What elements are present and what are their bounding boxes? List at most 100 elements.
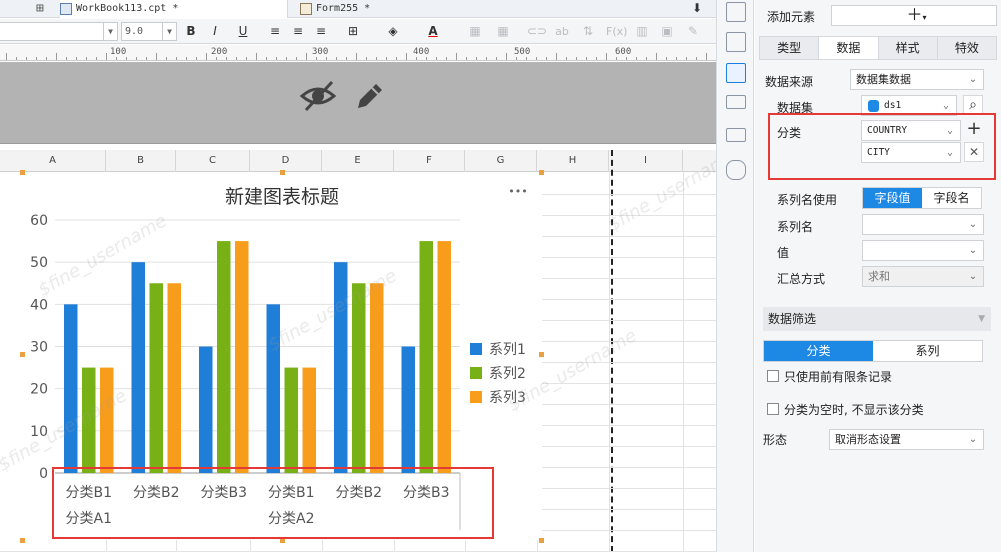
- ruler-mark: [246, 57, 247, 60]
- border-icon[interactable]: ⊞: [344, 23, 362, 40]
- chart-icon[interactable]: ▥: [633, 23, 651, 40]
- fill-color-icon[interactable]: ◈: [384, 23, 402, 40]
- table-icon[interactable]: ▦: [494, 23, 512, 40]
- ruler-mark: [196, 57, 197, 60]
- panel-tab[interactable]: 特效: [938, 37, 996, 59]
- layout-icon[interactable]: [726, 2, 746, 22]
- horizontal-ruler: 100200300400500600700: [0, 45, 716, 61]
- sheet-grid-icon[interactable]: ⊞: [36, 0, 44, 18]
- resize-handle[interactable]: [20, 352, 25, 357]
- bar: [302, 367, 316, 473]
- series-name-select[interactable]: ⌄: [862, 214, 984, 235]
- ruler-mark: [346, 57, 347, 60]
- ruler-mark: [36, 57, 37, 60]
- text-icon[interactable]: ab: [553, 23, 571, 40]
- link-icon[interactable]: ⊂⊃: [527, 23, 547, 40]
- hide-empty-checkbox[interactable]: [767, 403, 779, 415]
- formula-icon[interactable]: F(x): [606, 23, 627, 40]
- ruler-mark: [656, 53, 657, 60]
- tab-form255[interactable]: Form255 *: [300, 0, 440, 18]
- chevron-down-icon: ⌄: [968, 271, 978, 282]
- shape-value: 取消形态设置: [835, 433, 901, 446]
- column-header[interactable]: G: [465, 150, 537, 172]
- ruler-mark: [466, 57, 467, 60]
- merge-icon[interactable]: ▦: [466, 23, 484, 40]
- series-name-option[interactable]: 字段名: [922, 188, 981, 208]
- dataset-value: ds1: [884, 100, 902, 111]
- data-source-select[interactable]: 数据集数据 ⌄: [850, 69, 984, 90]
- ruler-mark: [226, 57, 227, 60]
- brush-icon[interactable]: ✎: [684, 23, 702, 40]
- resize-handle[interactable]: [539, 170, 544, 175]
- ruler-mark: [506, 53, 507, 60]
- series-name-option[interactable]: 字段值: [863, 188, 922, 208]
- hide-eye-icon[interactable]: [298, 76, 338, 116]
- bold-button[interactable]: B: [182, 23, 200, 40]
- summary-select[interactable]: 求和 ⌄: [862, 266, 984, 287]
- ruler-mark: [566, 57, 567, 60]
- search-icon[interactable]: ⌕: [963, 95, 983, 115]
- y-tick-label: 30: [30, 340, 48, 356]
- panel-tab[interactable]: 类型: [760, 37, 820, 59]
- image-icon[interactable]: ▣: [658, 23, 676, 40]
- chart-menu-icon: •••: [508, 185, 527, 198]
- add-element-label: 添加元素: [767, 10, 816, 24]
- font-size-select[interactable]: 9.0 ▼: [121, 22, 177, 41]
- ruler-mark: [496, 57, 497, 60]
- value-select[interactable]: ⌄: [862, 240, 984, 261]
- italic-button[interactable]: I: [206, 23, 224, 40]
- column-header[interactable]: A: [0, 150, 106, 172]
- filter-tab[interactable]: 系列: [873, 341, 982, 361]
- ruler-mark: [586, 57, 587, 60]
- font-color-icon[interactable]: A: [424, 23, 442, 40]
- column-header[interactable]: C: [176, 150, 250, 172]
- shape-select[interactable]: 取消形态设置 ⌄: [829, 429, 984, 450]
- panel-tab[interactable]: 数据: [819, 37, 879, 59]
- ruler-mark: [136, 57, 137, 60]
- ruler-mark: [176, 57, 177, 60]
- ruler-mark: [356, 53, 357, 60]
- column-header[interactable]: I: [609, 150, 683, 172]
- ruler-mark: [636, 57, 637, 60]
- first-records-checkbox[interactable]: [767, 370, 779, 382]
- edit-pencil-icon[interactable]: [350, 76, 390, 116]
- resize-handle[interactable]: [280, 170, 285, 175]
- column-header[interactable]: F: [394, 150, 465, 172]
- form-icon[interactable]: [726, 95, 746, 109]
- font-size-value: 9.0: [125, 26, 144, 37]
- resize-handle[interactable]: [20, 538, 25, 543]
- y-tick-label: 60: [30, 213, 48, 229]
- ruler-mark: [76, 57, 77, 60]
- sort-icon[interactable]: ⇅: [579, 23, 597, 40]
- ruler-mark: [476, 57, 477, 60]
- widget-settings-icon[interactable]: [726, 32, 746, 52]
- column-header[interactable]: H: [537, 150, 609, 172]
- underline-button[interactable]: U: [234, 23, 252, 40]
- column-header[interactable]: D: [250, 150, 322, 172]
- ruler-mark: [516, 57, 517, 60]
- save-icon[interactable]: ⬇: [692, 1, 702, 15]
- column-header[interactable]: E: [322, 150, 394, 172]
- resize-handle[interactable]: [20, 170, 25, 175]
- filter-tab[interactable]: 分类: [764, 341, 873, 361]
- event-icon[interactable]: [726, 128, 746, 142]
- link-icon[interactable]: [726, 160, 746, 180]
- chart-property-icon[interactable]: [726, 63, 746, 83]
- align-right-icon[interactable]: ≡: [312, 23, 330, 40]
- first-records-label: 只使用前有限条记录: [784, 370, 893, 384]
- ruler-mark: [386, 57, 387, 60]
- align-left-icon[interactable]: ≡: [266, 23, 284, 40]
- resize-handle[interactable]: [539, 538, 544, 543]
- add-element-button[interactable]: ＋▾: [831, 5, 997, 26]
- ruler-mark: [116, 57, 117, 60]
- font-family-select[interactable]: ▼: [0, 22, 118, 41]
- tab-workbook113[interactable]: WorkBook113.cpt *: [60, 0, 288, 18]
- data-filter-section[interactable]: 数据筛选 ▼: [763, 307, 991, 331]
- report-editor: ⊞ WorkBook113.cpt * Form255 * ⬇ ▼ 9.0 ▼ …: [0, 0, 716, 552]
- panel-tab[interactable]: 样式: [879, 37, 938, 59]
- bar: [64, 304, 78, 473]
- align-center-icon[interactable]: ≡: [289, 23, 307, 40]
- series-name-toggle: 字段值 字段名: [862, 187, 982, 209]
- column-header[interactable]: B: [106, 150, 176, 172]
- resize-handle[interactable]: [539, 352, 544, 357]
